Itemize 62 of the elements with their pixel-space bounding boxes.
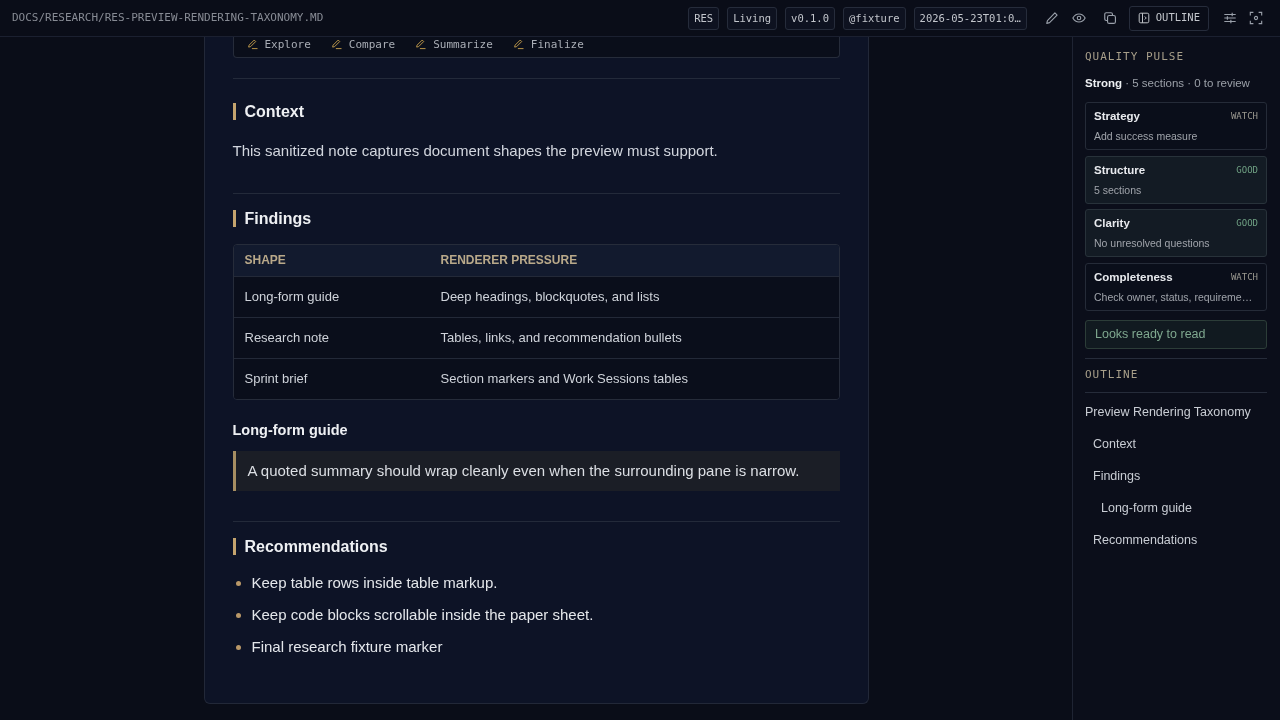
outline-link[interactable]: Preview Rendering Taxonomy: [1085, 401, 1251, 422]
card-detail: 5 sections: [1094, 182, 1143, 197]
status-label: GOOD: [1236, 217, 1258, 230]
pencil-icon: [512, 39, 525, 51]
outline-link[interactable]: Long-form guide: [1101, 497, 1193, 518]
outline-link[interactable]: Context: [1093, 433, 1137, 454]
subheading: Long-form guide: [232, 421, 349, 439]
sliders-icon: [1223, 11, 1237, 25]
column-header: RENDERER PRESSURE: [429, 245, 839, 276]
status-label: WATCH: [1230, 270, 1258, 284]
file-path: DOCS/RESEARCH/RES-PREVIEW-RENDERING-TAXONOMY.MD: [12, 9, 324, 26]
section-heading: Findings: [232, 210, 840, 227]
action-button[interactable]: Finalize: [512, 38, 584, 52]
panel-title: OUTLINE: [1085, 367, 1140, 382]
list-item: Keep code blocks scrollable inside the paper sheet.: [251, 605, 594, 625]
action-button[interactable]: Compare: [330, 38, 396, 52]
card-title: Completeness: [1094, 269, 1173, 285]
list-item: Keep table rows inside table markup.: [251, 573, 498, 593]
pencil-icon: [330, 39, 343, 51]
card-title: Structure: [1094, 162, 1146, 178]
focus-icon: [1249, 11, 1263, 25]
outline-button[interactable]: OUTLINE: [1128, 5, 1209, 31]
table-cell: Sprint brief: [233, 358, 430, 399]
status-label: GOOD: [1236, 163, 1258, 177]
card-detail: Check owner, status, requireme…: [1094, 289, 1254, 304]
panel-title: QUALITY PULSE: [1085, 50, 1186, 64]
meta-tag: 2026-05-23T01:0…: [913, 6, 1027, 30]
table-cell: Tables, links, and recommendation bullets: [429, 317, 839, 358]
pencil-icon: [415, 39, 428, 51]
meta-tag: RES: [688, 6, 720, 30]
bullet-icon: [235, 580, 241, 586]
blockquote: A quoted summary should wrap cleanly even when the surrounding pane is narrow.: [232, 451, 840, 491]
meta-tag: Living: [727, 6, 778, 30]
table-cell: Deep headings, blockquotes, and lists: [429, 276, 839, 317]
card-detail: No unresolved questions: [1094, 236, 1211, 250]
pencil-icon: [1044, 11, 1059, 25]
pencil-icon: [246, 39, 259, 51]
eye-icon: [1071, 11, 1086, 25]
outline-link[interactable]: Findings: [1093, 465, 1141, 486]
action-button[interactable]: Summarize: [415, 38, 493, 52]
list-item: Final research fixture marker: [251, 637, 443, 657]
card-title: Strategy: [1094, 109, 1141, 124]
table-cell: Section markers and Work Sessions tables: [429, 358, 839, 399]
paragraph: This sanitized note captures document shapes the preview must support.: [232, 141, 719, 161]
section-heading: Recommendations: [232, 538, 840, 555]
table-cell: Long-form guide: [233, 276, 430, 317]
copy-icon: [1102, 11, 1117, 25]
status-label: WATCH: [1230, 110, 1258, 123]
action-button[interactable]: Explore: [246, 38, 311, 52]
meta-tag: v0.1.0: [785, 6, 835, 30]
column-header: SHAPE: [233, 245, 430, 276]
card-detail: Add success measure: [1094, 129, 1199, 143]
bullet-icon: [235, 612, 241, 618]
outline-link[interactable]: Recommendations: [1093, 529, 1198, 550]
section-heading: Context: [232, 103, 840, 120]
panel-icon: [1137, 12, 1150, 24]
bullet-icon: [235, 644, 241, 650]
verdict-note: Looks ready to read: [1085, 319, 1267, 349]
card-title: Clarity: [1094, 216, 1130, 231]
meta-tag: @fixture: [843, 6, 906, 30]
table-cell: Research note: [233, 317, 430, 358]
quality-summary: Strong · 5 sections · 0 to review: [1085, 76, 1251, 91]
